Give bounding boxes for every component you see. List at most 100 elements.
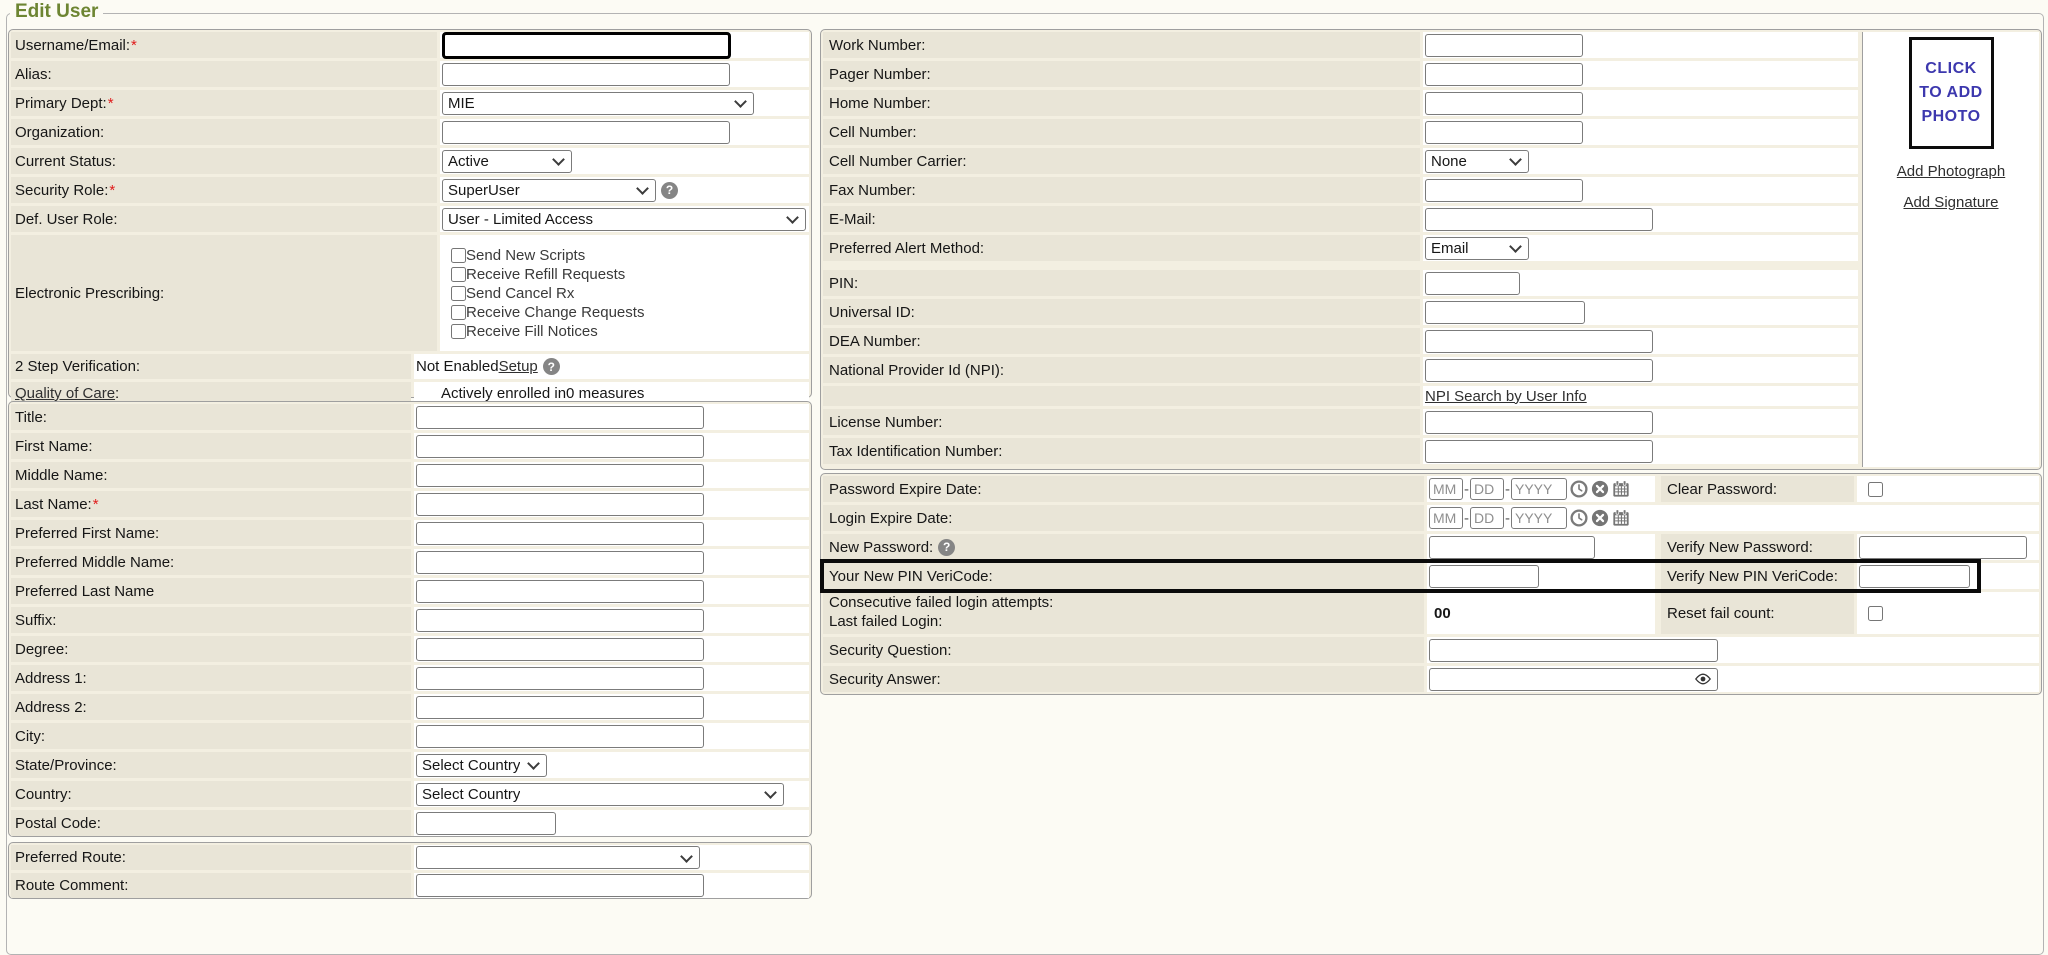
dea-number-input[interactable]	[1425, 330, 1653, 353]
new-password-input[interactable]	[1429, 536, 1595, 559]
preferred-last-name-input[interactable]	[416, 580, 704, 603]
cell-number-input[interactable]	[1425, 121, 1583, 144]
last-name-input[interactable]	[416, 493, 704, 516]
help-icon[interactable]: ?	[938, 539, 955, 556]
preferred-alert-method-label-cell: Preferred Alert Method:	[823, 235, 1420, 261]
row-preferred-middle-name: Preferred Middle Name:	[11, 549, 809, 575]
quality-of-care-link[interactable]: Quality of Care	[15, 385, 115, 402]
password-expire-date-day-input[interactable]	[1470, 478, 1504, 500]
organization-input[interactable]	[442, 121, 730, 144]
consecutive-failed-login-attempts-label: Consecutive failed login attempts:Last f…	[829, 594, 1053, 632]
edit-user-page: Edit User Username/Email:*Alias:Primary …	[0, 0, 2048, 912]
suffix-input[interactable]	[416, 609, 704, 632]
preferred-middle-name-input[interactable]	[416, 551, 704, 574]
security-answer-input[interactable]	[1429, 668, 1718, 691]
quality-of-care-label-suffix: :	[115, 385, 119, 402]
show-value-eye-icon[interactable]	[1695, 673, 1711, 685]
security-role-label: Security Role:	[15, 182, 108, 199]
route-comment-label-cell: Route Comment:	[11, 873, 411, 898]
clear-date-icon[interactable]	[1591, 480, 1609, 498]
home-number-input[interactable]	[1425, 92, 1583, 115]
time-picker-icon[interactable]	[1570, 509, 1588, 527]
help-icon[interactable]: ?	[661, 182, 678, 199]
add-photograph-link[interactable]: Add Photograph	[1897, 163, 2005, 180]
add-photo-box[interactable]: CLICK TO ADD PHOTO	[1909, 37, 1994, 149]
send-new-scripts-checkbox[interactable]	[451, 248, 466, 263]
universal-id-input[interactable]	[1425, 301, 1585, 324]
address-2-input[interactable]	[416, 696, 704, 719]
country-select[interactable]: Select Country	[416, 783, 784, 806]
add-signature-link[interactable]: Add Signature	[1903, 194, 1998, 211]
address-1-input[interactable]	[416, 667, 704, 690]
degree-input[interactable]	[416, 638, 704, 661]
route-comment-input[interactable]	[416, 874, 704, 897]
tax-identification-number-input[interactable]	[1425, 440, 1653, 463]
degree-value-cell	[414, 636, 809, 662]
receive-change-requests-checkbox[interactable]	[451, 305, 466, 320]
current-status-select[interactable]: Active	[442, 150, 572, 173]
primary-dept-select[interactable]: MIE	[442, 92, 754, 115]
first-name-input[interactable]	[416, 435, 704, 458]
national-provider-id-npi-input[interactable]	[1425, 359, 1653, 382]
middle-name-input[interactable]	[416, 464, 704, 487]
verify-new-password-input[interactable]	[1859, 536, 2027, 559]
time-picker-icon[interactable]	[1570, 480, 1588, 498]
help-icon[interactable]: ?	[543, 358, 560, 375]
def-user-role-select[interactable]: User - Limited Access	[442, 208, 806, 231]
title-input[interactable]	[416, 406, 704, 429]
receive-refill-requests-checkbox[interactable]	[451, 267, 466, 282]
suffix-label-cell: Suffix:	[11, 607, 411, 633]
state-province-select[interactable]: Select Country	[416, 754, 547, 777]
username-email-input[interactable]	[442, 32, 731, 59]
security-answer-label-cell: Security Answer:	[823, 666, 1424, 692]
e-mail-label: E-Mail:	[829, 211, 876, 228]
preferred-alert-method-value-cell: Email	[1423, 235, 1858, 261]
primary-dept-selected-value: MIE	[448, 95, 475, 112]
security-role-select[interactable]: SuperUser	[442, 179, 656, 202]
reset-fail-count-label: Reset fail count:	[1667, 605, 1775, 622]
login-expire-date-month-input[interactable]	[1429, 507, 1463, 529]
clear-password-checkbox[interactable]	[1868, 482, 1883, 497]
security-question-input[interactable]	[1429, 639, 1718, 662]
fax-number-input[interactable]	[1425, 179, 1583, 202]
e-mail-input[interactable]	[1425, 208, 1653, 231]
receive-fill-notices-checkbox[interactable]	[451, 324, 466, 339]
e-mail-label-cell: E-Mail:	[823, 206, 1420, 232]
pin-label: PIN:	[829, 275, 858, 292]
password-expire-date-year-input[interactable]	[1511, 478, 1567, 500]
pin-input[interactable]	[1425, 272, 1520, 295]
preferred-route-select[interactable]	[416, 846, 700, 869]
your-new-pin-vericode-label-cell: Your New PIN VeriCode:	[823, 563, 1424, 589]
row-preferred-last-name: Preferred Last Name	[11, 578, 809, 604]
page-title: Edit User	[10, 0, 103, 24]
setup-link[interactable]: Setup	[499, 358, 538, 375]
preferred-first-name-value-cell	[414, 520, 809, 546]
npi-search-by-user-info-link[interactable]: NPI Search by User Info	[1425, 388, 1587, 405]
alias-input[interactable]	[442, 63, 730, 86]
login-expire-date-year-input[interactable]	[1511, 507, 1567, 529]
consecutive-failed-login-attempts-value-cell: 00	[1427, 592, 1655, 634]
calendar-icon[interactable]	[1612, 509, 1630, 527]
preferred-alert-method-select[interactable]: Email	[1425, 237, 1529, 260]
cell-number-carrier-select[interactable]: None	[1425, 150, 1529, 173]
pager-number-input[interactable]	[1425, 63, 1583, 86]
reset-fail-count-checkbox[interactable]	[1868, 606, 1883, 621]
password-expire-date-month-input[interactable]	[1429, 478, 1463, 500]
verify-new-pin-vericode-input[interactable]	[1859, 565, 1970, 588]
electronic-prescribing-value-cell: Send New ScriptsReceive Refill RequestsS…	[440, 235, 809, 351]
middle-name-label: Middle Name:	[15, 467, 108, 484]
preferred-first-name-input[interactable]	[416, 522, 704, 545]
clear-date-icon[interactable]	[1591, 509, 1609, 527]
login-expire-date-day-input[interactable]	[1470, 507, 1504, 529]
work-number-input[interactable]	[1425, 34, 1583, 57]
date-separator: -	[1505, 481, 1510, 498]
suffix-value-cell	[414, 607, 809, 633]
license-number-input[interactable]	[1425, 411, 1653, 434]
send-cancel-rx-checkbox[interactable]	[451, 286, 466, 301]
your-new-pin-vericode-input[interactable]	[1429, 565, 1539, 588]
route-comment-label: Route Comment:	[15, 877, 128, 894]
calendar-icon[interactable]	[1612, 480, 1630, 498]
postal-code-input[interactable]	[416, 812, 556, 835]
city-input[interactable]	[416, 725, 704, 748]
row-dea-number: DEA Number:	[823, 328, 1858, 354]
